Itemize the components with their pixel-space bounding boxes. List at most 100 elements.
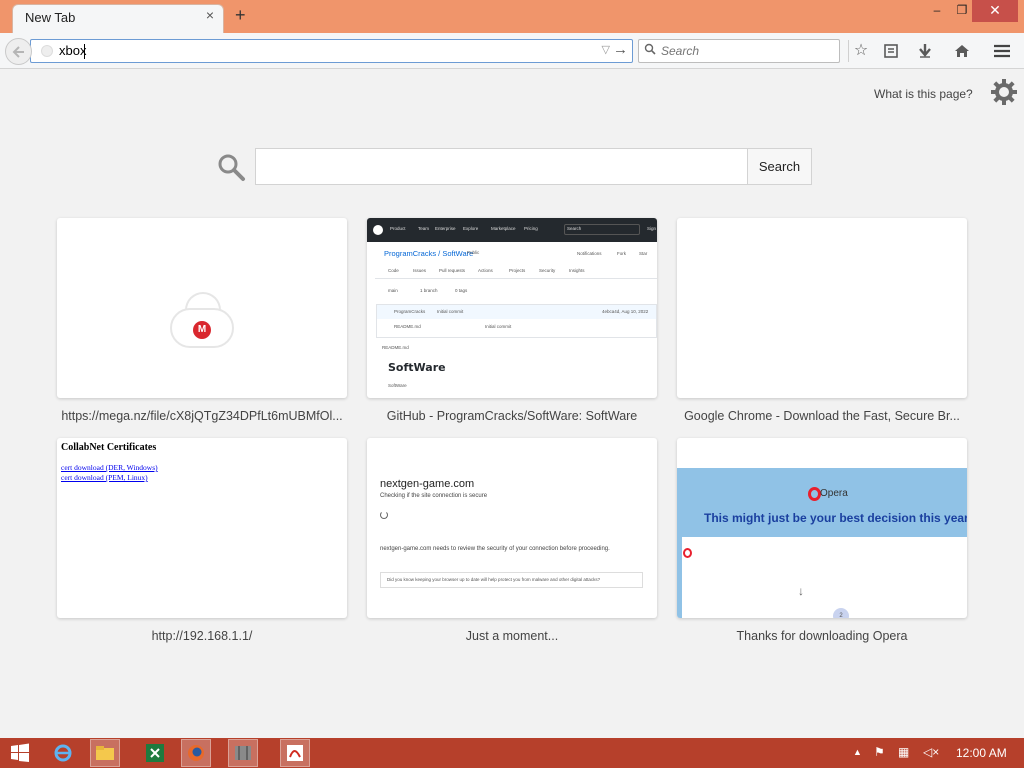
top-site-tile[interactable]: Opera This might just be your best decis… (677, 438, 967, 618)
github-branches: 1 branch (420, 288, 438, 293)
github-notifications: Notifications (577, 251, 602, 256)
cloudflare-checking-text: Checking if the site connection is secur… (380, 493, 488, 499)
github-repo-title: ProgramCracks / SoftWare (384, 249, 474, 258)
cloudflare-info-text: Did you know keeping your browser up to … (387, 577, 601, 582)
app-icon[interactable] (228, 739, 258, 767)
file-explorer-icon[interactable] (90, 739, 120, 767)
github-tab: Code (388, 268, 399, 273)
github-file-msg: Initial commit (485, 324, 512, 329)
opera-banner: Opera This might just be your best decis… (677, 468, 967, 537)
tile-label[interactable]: https://mega.nz/file/cX8jQTgZ34DPfLt6mUB… (52, 409, 352, 423)
network-icon[interactable]: ▦ (898, 745, 909, 759)
top-site-tile[interactable]: Product Team Enterprise Explore Marketpl… (367, 218, 657, 398)
new-tab-page: What is this page? Search M https://mega… (0, 70, 1024, 738)
url-input[interactable]: xbox (59, 43, 86, 58)
github-readme-sub: SoftWare (388, 383, 407, 388)
cloudflare-domain: nextgen-game.com (380, 478, 475, 490)
tile-label[interactable]: Just a moment... (362, 629, 662, 643)
collabnet-title: CollabNet Certificates (61, 442, 157, 453)
new-tab-button[interactable]: + (235, 6, 246, 24)
volume-muted-icon[interactable]: ◁× (923, 745, 939, 759)
github-fork: Fork (617, 251, 626, 256)
github-readme-label: README.md (382, 345, 409, 350)
github-tab: Projects (509, 268, 526, 273)
tile-label[interactable]: Thanks for downloading Opera (672, 629, 972, 643)
github-nav-item: Team (418, 226, 430, 231)
history-dropdown-icon[interactable]: ▽ (602, 43, 610, 56)
collabnet-link: cert download (PEM, Linux) (61, 473, 148, 482)
reading-list-icon[interactable] (881, 41, 901, 61)
toolbar-separator (848, 40, 849, 62)
tile-label[interactable]: Google Chrome - Download the Fast, Secur… (672, 409, 972, 423)
navigation-toolbar: xbox ▽ → ☆ (0, 33, 1024, 69)
github-nav-item: Marketplace (491, 226, 516, 231)
github-nav-item: Enterprise (435, 226, 456, 231)
github-tab: Pull requests (439, 268, 466, 273)
mega-logo: M (193, 321, 211, 339)
github-commit-user: ProgramCracks (394, 309, 426, 314)
cloudflare-description: nextgen-game.com needs to review the sec… (380, 546, 610, 552)
tab-title: New Tab (25, 10, 76, 25)
download-icon[interactable] (915, 41, 935, 61)
github-tags: 0 tags (455, 288, 468, 293)
search-button[interactable]: Search (747, 148, 812, 185)
github-logo-icon (373, 225, 383, 235)
top-site-tile[interactable]: CollabNet Certificates cert download (DE… (57, 438, 347, 618)
github-star: Star (639, 251, 648, 256)
opera-headline: This might just be your best decision th… (704, 511, 967, 525)
windows-taskbar: ▲ ⚑ ▦ ◁× 12:00 AM (0, 738, 1024, 768)
top-site-tile[interactable]: nextgen-game.com Checking if the site co… (367, 438, 657, 618)
firefox-icon[interactable] (181, 739, 211, 767)
title-bar: New Tab × + – ❐ ✕ (0, 0, 1024, 33)
what-is-this-page-link[interactable]: What is this page? (874, 87, 973, 101)
back-arrow-icon (12, 46, 24, 58)
back-button[interactable] (5, 38, 32, 65)
github-nav-item: Product (390, 226, 406, 231)
top-site-tile[interactable] (677, 218, 967, 398)
text-caret (84, 44, 85, 59)
github-file-name: README.md (394, 324, 421, 329)
tile-label[interactable]: GitHub - ProgramCracks/SoftWare: SoftWar… (362, 409, 662, 423)
tab-new-tab[interactable]: New Tab × (12, 4, 224, 33)
go-arrow-icon[interactable]: → (613, 41, 628, 58)
top-site-tile[interactable]: M (57, 218, 347, 398)
bookmark-star-icon[interactable]: ☆ (851, 41, 871, 61)
github-sign-in: Sign (647, 226, 657, 231)
opera-step-badge: 2 (833, 608, 849, 618)
flag-icon[interactable]: ⚑ (874, 745, 885, 759)
opera-logo-text: Opera (820, 488, 848, 499)
tray-expand-icon[interactable]: ▲ (853, 747, 862, 757)
github-tab: Issues (413, 268, 427, 273)
github-readme-heading: SoftWare (388, 361, 446, 374)
tab-close-icon[interactable]: × (203, 8, 217, 22)
github-file-list: ProgramCracks Initial commit 4ebca4d, Au… (376, 304, 657, 338)
close-window-button[interactable]: ✕ (972, 0, 1018, 22)
github-nav-item: Pricing (524, 226, 538, 231)
excel-icon[interactable] (140, 739, 170, 767)
minimize-button[interactable]: – (923, 0, 951, 22)
github-tab: Security (539, 268, 556, 273)
search-icon (218, 154, 245, 181)
newtab-search-input[interactable] (255, 148, 748, 185)
search-bar[interactable] (638, 39, 840, 63)
url-bar[interactable]: xbox ▽ → (30, 39, 633, 63)
start-icon[interactable] (5, 739, 35, 767)
home-icon[interactable] (952, 41, 972, 61)
gear-icon[interactable] (989, 77, 1019, 107)
clock[interactable]: 12:00 AM (956, 746, 1007, 760)
pdf-icon[interactable] (280, 739, 310, 767)
tile-label[interactable]: http://192.168.1.1/ (52, 629, 352, 643)
cloudflare-info-box: Did you know keeping your browser up to … (380, 572, 643, 588)
menu-icon[interactable] (992, 41, 1012, 61)
collabnet-link: cert download (DER, Windows) (61, 463, 158, 472)
opera-side-bar (677, 537, 682, 618)
github-tab: Insights (569, 268, 585, 273)
page-favicon-icon (41, 45, 53, 57)
loading-spinner-icon (380, 511, 388, 519)
github-header: Product Team Enterprise Explore Marketpl… (367, 218, 657, 242)
github-nav-item: Explore (463, 226, 479, 231)
search-input[interactable] (661, 42, 831, 60)
opera-small-logo-icon (683, 548, 692, 558)
internet-explorer-icon[interactable] (48, 739, 78, 767)
github-search-hint: Search (567, 226, 582, 231)
